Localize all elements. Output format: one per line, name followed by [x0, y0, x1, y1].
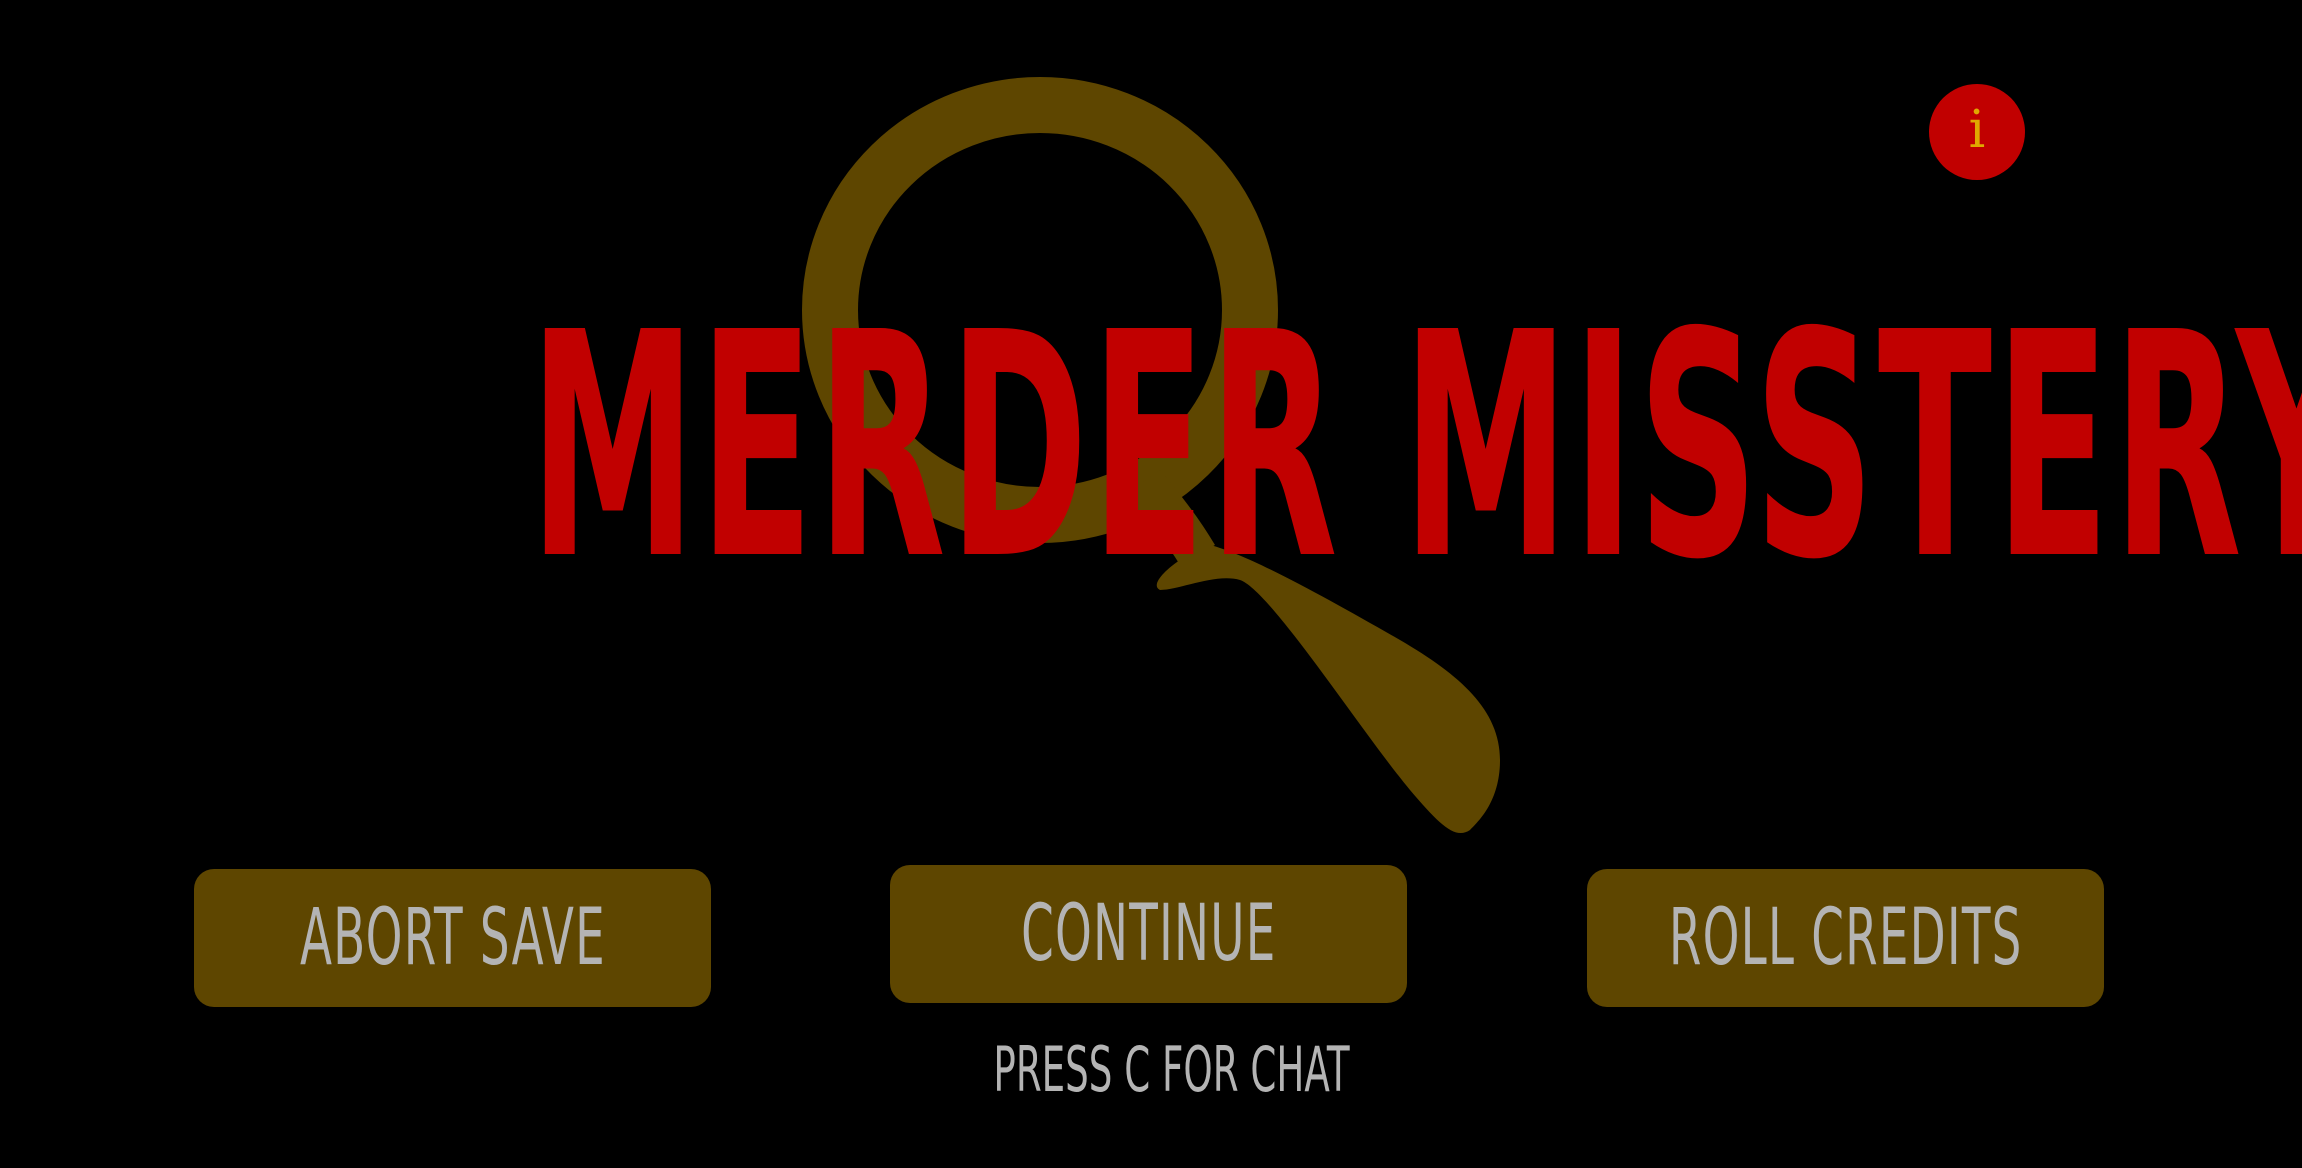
continue-button[interactable]: CONTINUE	[890, 865, 1407, 1003]
game-title: MERDER MISSTERY	[529, 267, 2302, 628]
info-button[interactable]: i	[1929, 84, 2025, 180]
abort-save-label: ABORT SAVE	[299, 893, 606, 983]
info-icon: i	[1968, 100, 1986, 160]
abort-save-button[interactable]: ABORT SAVE	[194, 869, 711, 1007]
continue-label: CONTINUE	[1020, 889, 1277, 979]
chat-hint: PRESS C FOR CHAT	[993, 1033, 1350, 1106]
roll-credits-button[interactable]: ROLL CREDITS	[1587, 869, 2104, 1007]
roll-credits-label: ROLL CREDITS	[1668, 893, 2023, 983]
title-screen: i MERDER MISSTERY ABORT SAVE CONTINUE RO…	[0, 0, 2302, 1168]
